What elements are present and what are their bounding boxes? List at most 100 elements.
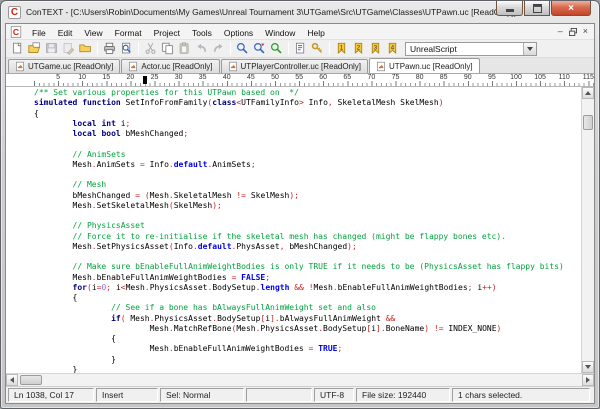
print-preview-button[interactable]: [118, 41, 135, 57]
mdi-window-controls: – ×: [558, 27, 590, 36]
menu-window[interactable]: Window: [259, 26, 301, 40]
cut-button[interactable]: [142, 41, 159, 57]
bookmark-4-icon: 4: [386, 42, 399, 55]
code-line: Mesh.SetSkeletalMesh(SkelMesh);: [34, 201, 581, 211]
code-line: if( Mesh.PhysicsAsset.BodySetup[i].bAlwa…: [34, 314, 581, 324]
tab-utplayercontroller.uc[interactable]: UTPlayerController.uc [ReadOnly]: [221, 59, 369, 73]
code-line: /** Set various properties for this UTPa…: [34, 88, 581, 98]
vertical-scroll-thumb[interactable]: [583, 115, 593, 130]
syntax-selector-dropdown-button[interactable]: [523, 43, 536, 55]
maximize-button[interactable]: [524, 1, 550, 16]
copy-button[interactable]: [159, 41, 176, 57]
toolbar-separator: [288, 42, 289, 55]
key-button[interactable]: [309, 41, 326, 57]
minimize-button[interactable]: [496, 1, 523, 16]
key-icon: [311, 42, 324, 55]
code-line: [34, 211, 581, 221]
svg-text:C: C: [13, 27, 19, 37]
status-encoding: UTF-8: [314, 388, 354, 402]
ruler-label: 80: [416, 74, 424, 82]
open-file-icon: [28, 42, 41, 55]
menu-options[interactable]: Options: [218, 26, 259, 40]
save-as-button[interactable]: [60, 41, 77, 57]
maximize-icon: [533, 4, 542, 13]
editor-area[interactable]: /** Set various properties for this UTPa…: [6, 87, 594, 373]
ruler-label: 65: [343, 74, 351, 82]
scroll-up-button[interactable]: [582, 87, 594, 99]
minimize-icon: [506, 9, 514, 12]
code-line: Mesh.SetPhysicsAsset(Info.default.PhysAs…: [34, 242, 581, 252]
syntax-selector[interactable]: UnrealScript: [405, 42, 537, 56]
ruler-label: 100: [510, 74, 522, 82]
bookmark-3-button[interactable]: 3: [367, 41, 384, 57]
open-file-button[interactable]: [26, 41, 43, 57]
toolbar: 1234 UnrealScript: [6, 40, 594, 58]
titlebar[interactable]: C ConTEXT - [C:\Users\Robin\Documents\My…: [1, 1, 599, 23]
redo-button[interactable]: [210, 41, 227, 57]
scroll-right-button[interactable]: [582, 374, 594, 386]
print-button[interactable]: [101, 41, 118, 57]
print-preview-icon: [120, 42, 133, 55]
find-next-button[interactable]: [251, 41, 268, 57]
code-line: local int i;: [34, 119, 581, 129]
ruler-label: 115: [583, 74, 594, 82]
menu-help[interactable]: Help: [301, 26, 330, 40]
scroll-left-button[interactable]: [6, 374, 18, 386]
replace-button[interactable]: [268, 41, 285, 57]
new-file-icon: [11, 42, 24, 55]
toolbar-separator: [329, 42, 330, 55]
tab-utgame.uc[interactable]: UTGame.uc [ReadOnly]: [8, 59, 120, 73]
code-line: }: [34, 355, 581, 365]
menu-project[interactable]: Project: [148, 26, 186, 40]
bookmark-1-icon: 1: [335, 42, 348, 55]
bookmark-4-button[interactable]: 4: [384, 41, 401, 57]
ruler-label: 85: [440, 74, 448, 82]
ruler-label: 105: [534, 74, 546, 82]
mdi-minimize-button[interactable]: –: [558, 27, 563, 36]
code-view[interactable]: /** Set various properties for this UTPa…: [6, 87, 581, 373]
new-file-button[interactable]: [9, 41, 26, 57]
menu-file[interactable]: File: [26, 26, 52, 40]
tab-utpawn.uc[interactable]: UTPawn.uc [ReadOnly]: [369, 58, 480, 73]
menu-edit[interactable]: Edit: [52, 26, 79, 40]
file-info-button[interactable]: [292, 41, 309, 57]
chevron-down-icon: [527, 47, 533, 51]
tab-actor.uc[interactable]: Actor.uc [ReadOnly]: [121, 59, 219, 73]
menu-view[interactable]: View: [78, 26, 108, 40]
toolbar-separator: [230, 42, 231, 55]
arrow-left-icon: [10, 377, 14, 383]
mdi-restore-button[interactable]: [569, 28, 577, 36]
statusbar: Ln 1038, Col 17 Insert Sel: Normal UTF-8…: [6, 386, 594, 403]
find-button[interactable]: [234, 41, 251, 57]
code-line: // Force it to re-initialise if the skel…: [34, 232, 581, 242]
redo-icon: [212, 42, 225, 55]
ruler-label: 95: [488, 74, 496, 82]
close-button[interactable]: ×: [551, 1, 591, 16]
code-line: [34, 170, 581, 180]
vertical-scrollbar[interactable]: [581, 87, 594, 373]
bookmark-3-icon: 3: [369, 42, 382, 55]
horizontal-scrollbar[interactable]: [6, 373, 594, 386]
scroll-down-button[interactable]: [582, 361, 594, 373]
status-selection-mode: Sel: Normal: [160, 388, 244, 402]
undo-button[interactable]: [193, 41, 210, 57]
open-folder-button[interactable]: [77, 41, 94, 57]
app-frame: C FileEditViewFormatProjectToolsOptionsW…: [5, 23, 595, 404]
ruler-label: 55: [295, 74, 303, 82]
code-line: // See if a bone has bAlwaysFullAnimWeig…: [34, 303, 581, 313]
paste-button[interactable]: [176, 41, 193, 57]
find-next-icon: [253, 42, 266, 55]
menu-format[interactable]: Format: [109, 26, 148, 40]
bookmark-1-button[interactable]: 1: [333, 41, 350, 57]
ruler-label: 110: [559, 74, 570, 82]
bookmark-2-button[interactable]: 2: [350, 41, 367, 57]
toolbar-separator: [138, 42, 139, 55]
menu-tools[interactable]: Tools: [186, 26, 218, 40]
menu-items: FileEditViewFormatProjectToolsOptionsWin…: [26, 23, 331, 41]
bookmark-2-icon: 2: [352, 42, 365, 55]
save-file-button[interactable]: [43, 41, 60, 57]
status-insert-mode: Insert: [96, 388, 158, 402]
tab-label: UTPlayerController.uc [ReadOnly]: [241, 62, 362, 71]
horizontal-scroll-thumb[interactable]: [20, 375, 42, 385]
mdi-close-button[interactable]: ×: [583, 27, 588, 36]
